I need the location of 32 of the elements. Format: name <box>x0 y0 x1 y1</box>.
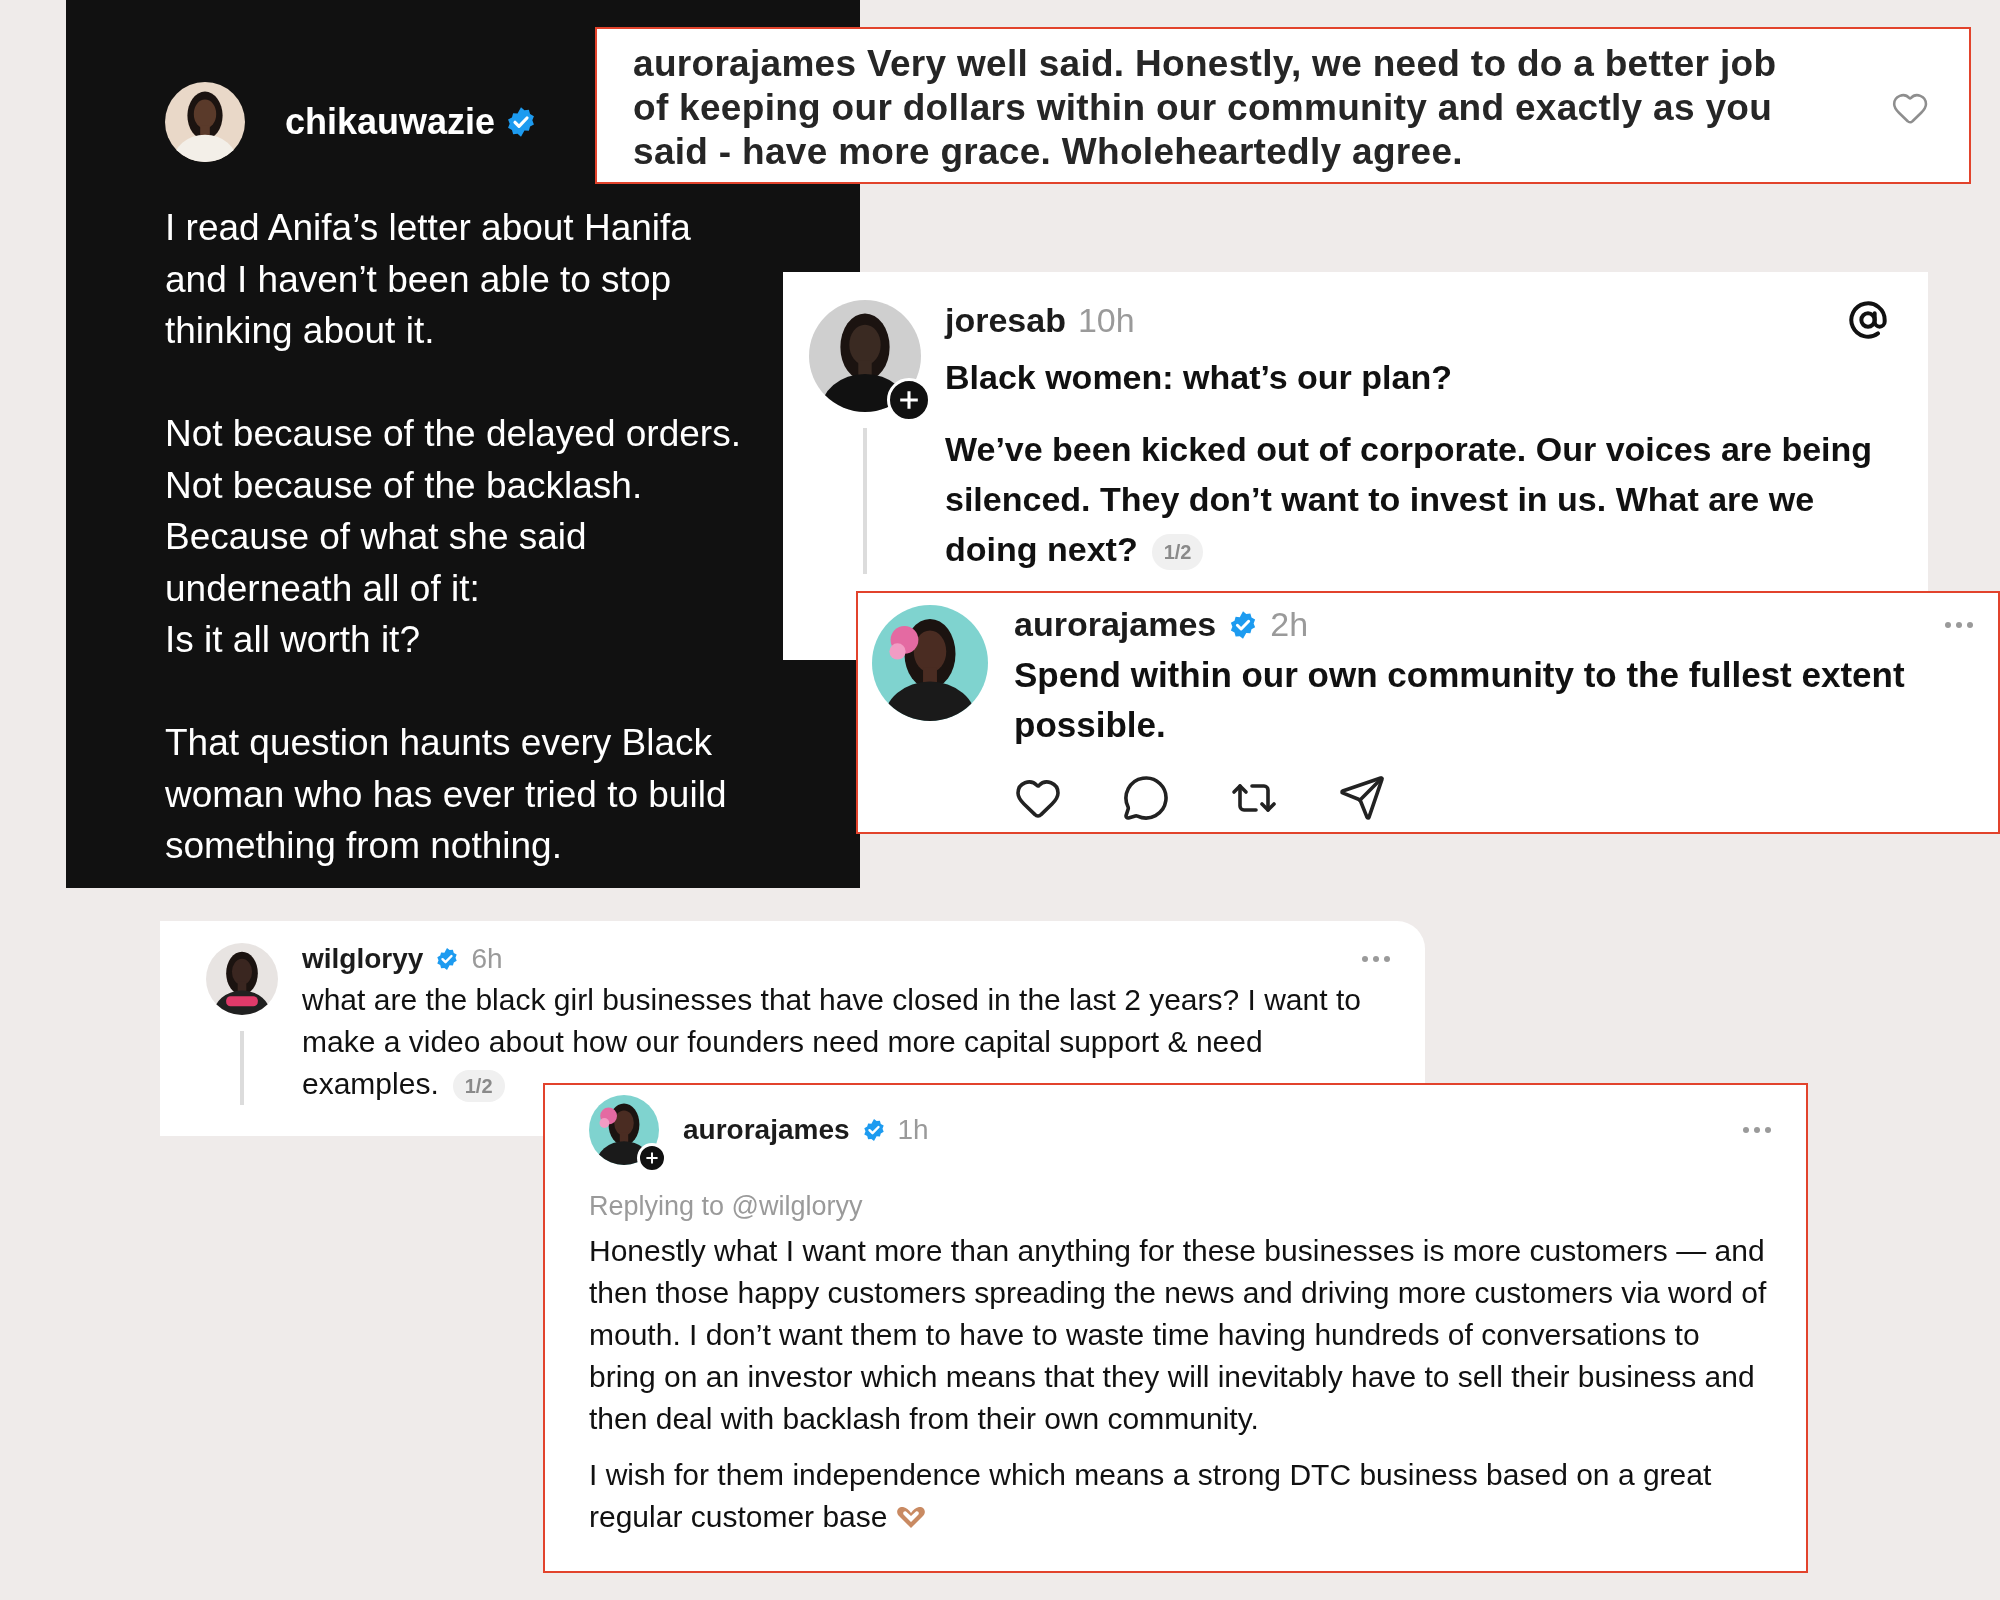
post-time: 2h <box>1270 605 1309 644</box>
post-title: Black women: what’s our plan? <box>945 357 1453 398</box>
username[interactable]: aurorajames <box>1014 605 1217 644</box>
username[interactable]: wilgloryy <box>302 943 424 975</box>
share-icon[interactable] <box>1338 774 1386 822</box>
more-options-icon[interactable] <box>1742 1126 1772 1134</box>
more-options-icon[interactable] <box>1361 955 1391 963</box>
post-paragraph: Not because of the delayed orders. Not because of the backlash. Because of what she said underneath all of it: Is it all worth it? <box>165 412 742 662</box>
post-time: 10h <box>1077 300 1135 340</box>
heart-hands-icon <box>895 1504 928 1530</box>
plus-icon <box>898 389 920 411</box>
plus-icon <box>645 1151 659 1165</box>
post-paragraph: I wish for them independence which means a strong DTC business based on a great regular customer base <box>589 1457 1713 1535</box>
post-time: 6h <box>471 943 503 975</box>
verified-badge-icon <box>435 947 460 971</box>
replying-to-text: Replying to @wilgloryy <box>589 1191 864 1222</box>
post-paragraph: I read Anifa’s letter about Hanifa and I haven’t been able to stop thinking about it. <box>165 206 692 353</box>
threads-logo-icon[interactable] <box>1848 300 1888 340</box>
post-paragraph: Honestly what I want more than anything for these businesses is more customers — and then those happy customers spreading the news and driving more customers via word of mouth. I don’t want them to have to waste time having hundreds of conversations to bring on an investor which means that they will inevitably have to sell their business and then deal with backlash from their own community. <box>589 1233 1768 1437</box>
username[interactable]: chikauwazie <box>285 101 496 143</box>
more-options-icon[interactable] <box>1944 620 1974 629</box>
comment-text: aurorajames Very well said. Honestly, we need to do a better job of keeping our dollars within our community and exactly as you said - have more grace. Wholeheartedly agree. <box>633 41 1778 174</box>
username[interactable]: aurorajames <box>683 1114 850 1146</box>
thread-counter: 1/2 <box>1151 534 1204 570</box>
post-text: Spend within our own community to the fullest extent possible. <box>1014 654 1906 746</box>
comment-icon[interactable] <box>1122 774 1170 822</box>
username[interactable]: joresab <box>945 300 1066 340</box>
verified-badge-icon <box>861 1118 886 1142</box>
post-time: 1h <box>897 1114 929 1146</box>
thread-counter: 1/2 <box>452 1070 505 1103</box>
post-paragraph: That question haunts every Black woman who has ever tried to build something from nothing. <box>165 721 728 868</box>
post-text: We’ve been kicked out of corporate. Our voices are being silenced. They don’t want to invest in us. What are we doing next? 1/2 <box>945 424 1888 574</box>
